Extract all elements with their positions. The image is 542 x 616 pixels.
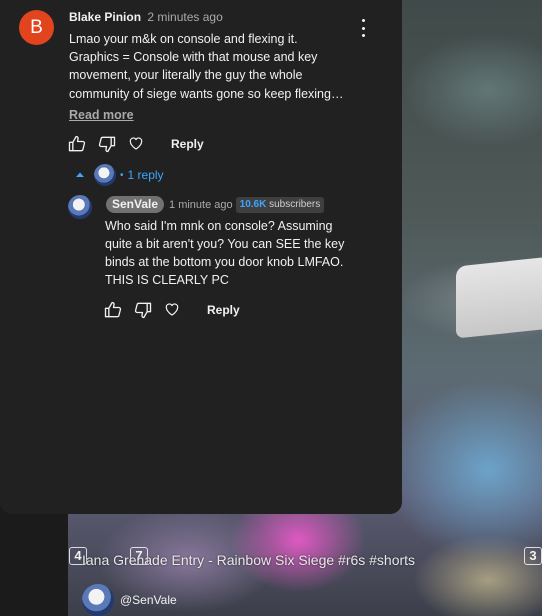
- comment-line: Graphics = Console with that mouse and k…: [69, 50, 318, 65]
- reply-button[interactable]: Reply: [207, 303, 240, 317]
- reply-count[interactable]: 1 reply: [128, 168, 164, 182]
- reply-line: binds at the bottom you door knob LMFAO.: [105, 255, 344, 269]
- video-frame-object: [456, 257, 542, 339]
- comment-line: Lmao your m&k on console and flexing it.: [69, 32, 298, 46]
- channel-name[interactable]: @SenVale: [120, 593, 177, 607]
- separator-dot: •: [120, 169, 124, 181]
- reply-header: SenVale 1 minute ago 10.6K subscribers: [106, 196, 325, 213]
- subscriber-count: 10.6K: [239, 198, 267, 210]
- commenter-avatar[interactable]: B: [19, 10, 54, 45]
- comment-header: Blake Pinion 2 minutes ago: [69, 10, 223, 25]
- heart-icon[interactable]: [163, 300, 183, 320]
- caret-up-icon: [73, 168, 87, 182]
- thumb-up-icon[interactable]: [67, 134, 87, 154]
- channel-avatar[interactable]: [82, 584, 114, 616]
- thumb-down-icon[interactable]: [97, 134, 117, 154]
- comment-time[interactable]: 2 minutes ago: [147, 10, 222, 24]
- comment-line: community of siege wants gone so keep fl…: [69, 86, 344, 101]
- comments-panel: B Blake Pinion 2 minutes ago Lmao your m…: [0, 0, 402, 514]
- reply-line: quite a bit aren't you? You can SEE the …: [105, 237, 345, 251]
- reply-button[interactable]: Reply: [171, 137, 204, 151]
- comment-text: Lmao your m&k on console and flexing it.…: [69, 30, 359, 103]
- reply-line: Who said I'm mnk on console? Assuming: [105, 219, 333, 233]
- comment-actions: Reply: [67, 134, 204, 154]
- subscriber-badge: 10.6K subscribers: [235, 196, 325, 213]
- replies-toggle[interactable]: • 1 reply: [73, 164, 164, 186]
- comment-line: movement, your literally the guy the who…: [69, 68, 303, 83]
- subscriber-label: subscribers: [269, 198, 321, 210]
- read-more-link[interactable]: Read more: [69, 107, 134, 123]
- reply-author[interactable]: SenVale: [106, 196, 165, 213]
- comment-author[interactable]: Blake Pinion: [69, 10, 141, 24]
- heart-icon[interactable]: [127, 134, 147, 154]
- reply-avatar[interactable]: [68, 195, 92, 219]
- reply-text: Who said I'm mnk on console? Assuming qu…: [105, 217, 365, 289]
- reply-line: THIS IS CLEARLY PC: [105, 273, 229, 287]
- video-title[interactable]: Iana Grenade Entry - Rainbow Six Siege #…: [82, 551, 532, 569]
- reply-author-mini-avatar: [94, 164, 116, 186]
- thumb-up-icon[interactable]: [103, 300, 123, 320]
- reply-time[interactable]: 1 minute ago: [169, 199, 233, 211]
- channel-info[interactable]: @SenVale: [82, 584, 177, 616]
- thumb-down-icon[interactable]: [133, 300, 153, 320]
- reply-actions: Reply: [103, 300, 240, 320]
